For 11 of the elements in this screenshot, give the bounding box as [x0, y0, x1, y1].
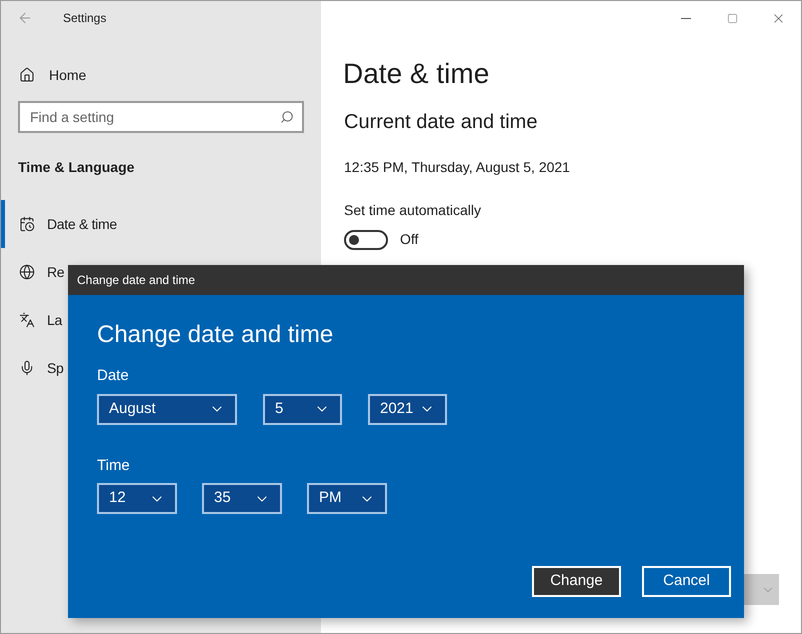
- time-label: Time: [97, 456, 131, 476]
- section-title: Current date and time: [344, 110, 538, 135]
- current-date-time: 12:35 PM, Thursday, August 5, 2021: [344, 158, 571, 177]
- window-title: Settings: [63, 10, 106, 27]
- dialog-heading: Change date and time: [97, 320, 334, 350]
- date-label: Date: [97, 366, 130, 386]
- section-heading: Time & Language: [18, 158, 136, 177]
- page-title: Date & time: [343, 57, 490, 91]
- dialog-title: Change date and time: [77, 272, 196, 289]
- toggle-state: Off: [400, 230, 418, 249]
- setting-label: Set time automatically: [344, 201, 482, 220]
